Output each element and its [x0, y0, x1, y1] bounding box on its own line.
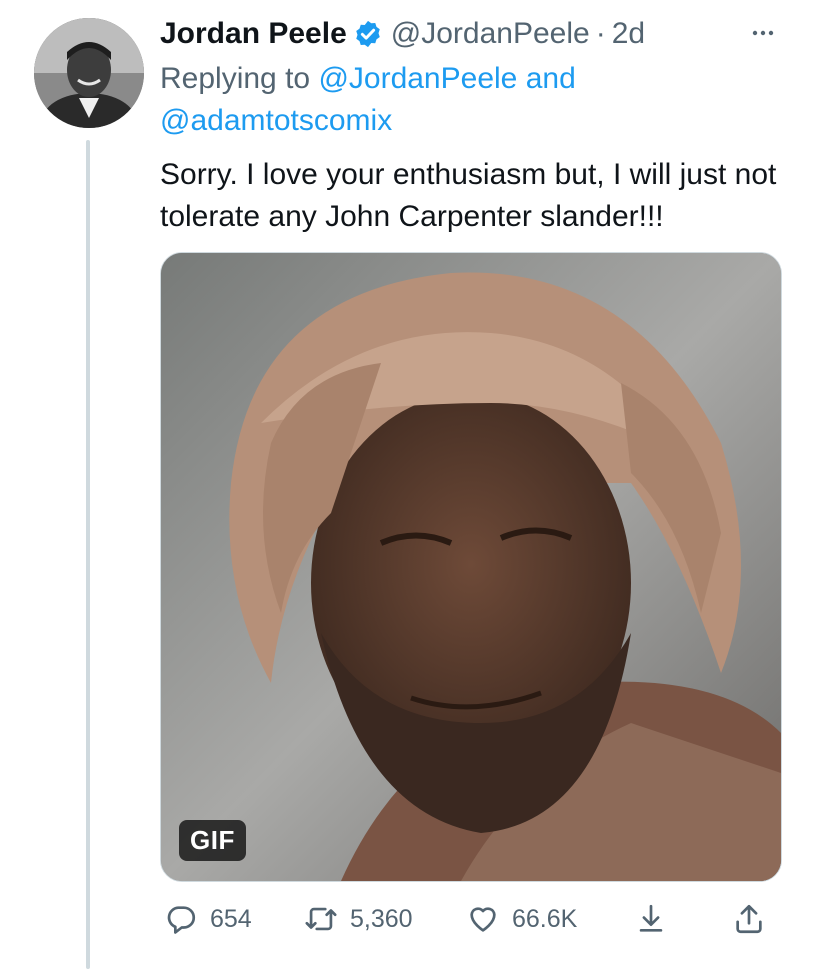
timestamp[interactable]: 2d [612, 17, 645, 51]
thread-line [86, 140, 90, 969]
like-count: 66.6K [512, 904, 578, 933]
retweet-count: 5,360 [350, 904, 413, 933]
reply-icon [167, 906, 196, 934]
like-icon [470, 907, 496, 932]
replying-to: Replying to @JordanPeele and @adamtotsco… [160, 58, 782, 142]
tweet-text: Sorry. I love your enthusiasm but, I wil… [160, 158, 777, 233]
share-icon [736, 904, 762, 934]
gif-media[interactable]: GIF [160, 252, 782, 882]
reply-and[interactable]: and [526, 62, 576, 95]
more-icon[interactable] [748, 18, 778, 48]
reply-count: 654 [210, 904, 252, 933]
avatar-photo [34, 18, 144, 128]
author-handle[interactable]: @JordanPeele [391, 17, 590, 51]
gif-badge: GIF [179, 820, 246, 861]
action-bar: 654 5,360 66.6K [160, 894, 782, 954]
separator-dot: · [595, 17, 606, 50]
tweet-header: Jordan Peele @JordanPeele · 2d [160, 12, 782, 56]
mention-link[interactable]: @JordanPeele [318, 62, 517, 95]
avatar[interactable] [34, 18, 144, 128]
retweet-button[interactable]: 5,360 [304, 902, 413, 936]
bookmark-button[interactable] [634, 902, 668, 936]
author-name[interactable]: Jordan Peele [160, 17, 347, 51]
tweet-content: Jordan Peele @JordanPeele · 2d Replying … [160, 12, 782, 954]
verified-badge-icon [356, 20, 380, 48]
mention-link[interactable]: @adamtotscomix [160, 104, 392, 137]
like-button[interactable]: 66.6K [466, 902, 577, 936]
gif-image [161, 253, 781, 881]
reply-prefix: Replying to [160, 62, 311, 95]
retweet-icon [305, 907, 337, 931]
bookmark-icon [639, 904, 663, 932]
reply-button[interactable]: 654 [164, 902, 252, 936]
share-button[interactable] [732, 902, 766, 936]
